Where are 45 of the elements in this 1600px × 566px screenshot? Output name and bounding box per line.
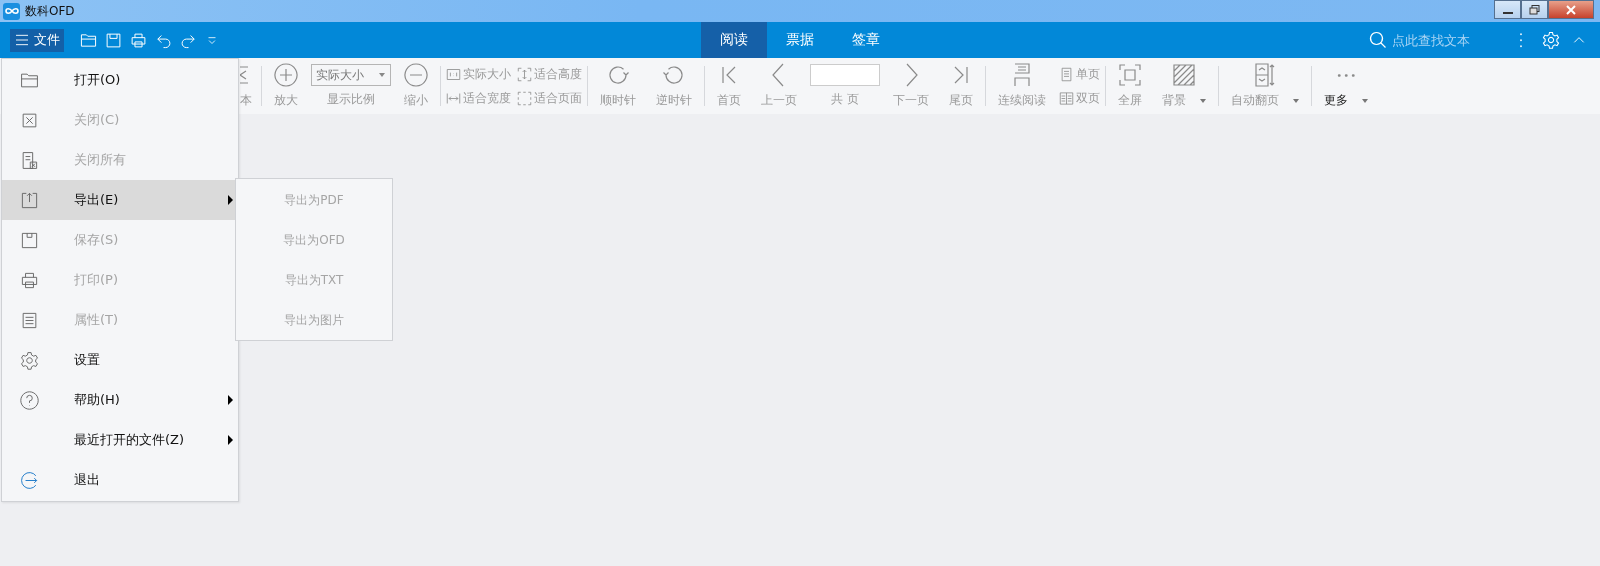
double-page-icon [1059,90,1074,106]
auto-scroll-icon [1253,63,1277,87]
save-icon[interactable] [105,31,122,49]
file-menu-button[interactable]: 文件 [10,28,64,52]
search-icon [1369,31,1387,49]
zoom-in-icon [274,63,298,87]
save-icon [19,230,39,250]
open-icon[interactable] [80,31,97,49]
minimize-button[interactable] [1494,0,1521,19]
print-icon[interactable] [130,31,147,49]
menu-icon [14,32,30,48]
menu-item[interactable]: 退出 [2,460,238,500]
menu-item[interactable]: 设置 [2,340,238,380]
close-button[interactable] [1548,0,1594,19]
rotate-clockwise-icon [606,63,630,87]
ribbon-tab[interactable]: 票据 [767,22,833,58]
menu-item[interactable]: 导出(E) [2,180,238,220]
page-number-field[interactable] [810,64,880,86]
export-icon [19,190,39,210]
search-field[interactable]: 点此查找文本 [1369,31,1494,49]
page-count-label: 共 页 [831,91,859,108]
fullscreen-icon [1118,63,1142,87]
help-icon [19,390,39,410]
toolbar-button[interactable]: 更多 [1317,63,1375,109]
zoom-out-icon [404,63,428,87]
fit-page-icon [517,90,532,106]
window-title: 数科OFD [25,2,75,20]
menu-item[interactable]: 最近打开的文件(Z) [2,420,238,460]
actual-size-icon [446,66,461,82]
settings-icon [19,350,39,370]
zoom-label: 显示比例 [327,91,375,108]
ribbon-tab[interactable]: 签章 [833,22,899,58]
fit-height-icon [517,66,532,82]
restore-button[interactable] [1521,0,1548,19]
close-icon [1565,4,1577,15]
menu-item[interactable]: 帮助(H) [2,380,238,420]
settings-icon[interactable] [1542,31,1560,49]
restore-icon [1528,4,1541,15]
rotate-counterclockwise-icon [662,63,686,87]
minimize-icon [1502,11,1513,14]
app-logo-icon [3,2,20,20]
exit-icon [19,470,39,490]
printer-icon [19,270,39,290]
ribbon-tab[interactable]: 阅读 [701,22,767,58]
single-page-icon [1059,66,1074,82]
